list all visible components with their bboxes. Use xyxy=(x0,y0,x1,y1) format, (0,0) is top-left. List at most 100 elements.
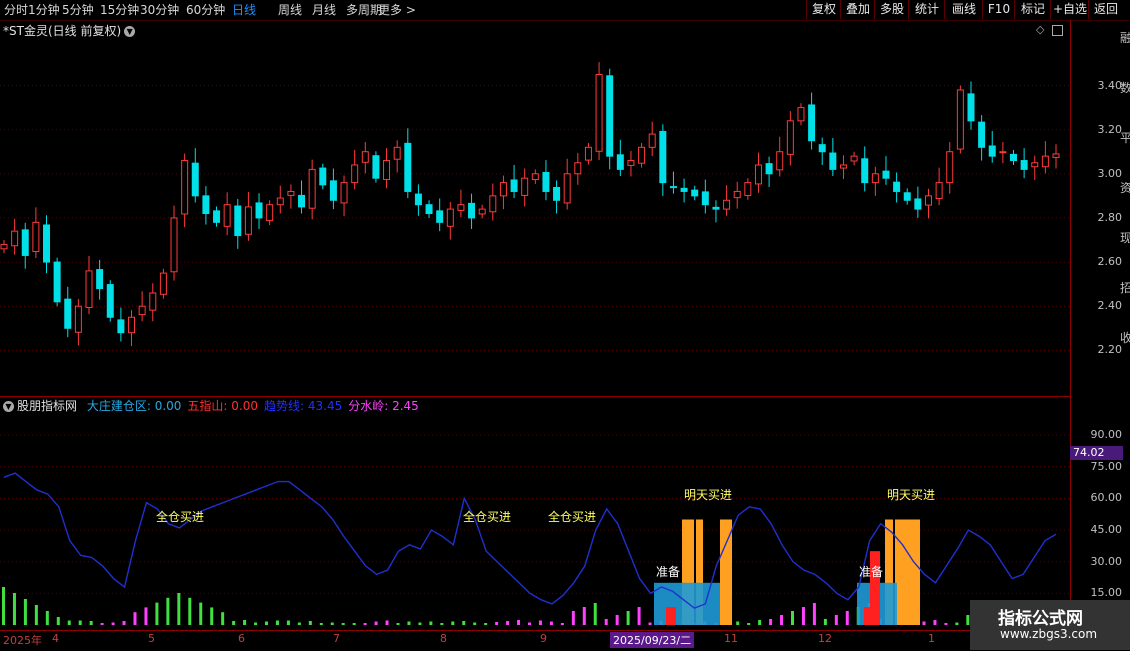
candle xyxy=(924,188,932,219)
indicator-bar xyxy=(122,621,126,625)
candle xyxy=(935,167,943,206)
indicator-bar xyxy=(144,607,148,625)
candle xyxy=(234,198,242,249)
period-tab-7[interactable]: 周线 xyxy=(278,1,302,19)
toolbar-button-2[interactable]: 多股 xyxy=(874,0,909,19)
toolbar-button-4[interactable]: 画线 xyxy=(944,0,983,19)
candle xyxy=(744,178,752,200)
period-tab-9[interactable]: 多周期 xyxy=(346,1,382,19)
period-tab-5[interactable]: 60分钟 xyxy=(186,1,225,19)
period-tab-0[interactable]: 分时 xyxy=(4,1,28,19)
toolbar-button-3[interactable]: 统计 xyxy=(908,0,945,19)
indicator-bar xyxy=(177,593,181,625)
indicator-bar xyxy=(648,622,652,625)
candle xyxy=(96,259,104,300)
indicator-value-1: 五指山: 0.00 xyxy=(187,399,258,413)
indicator-bar xyxy=(265,621,268,625)
candle xyxy=(818,137,826,165)
side-char: 资 xyxy=(1120,181,1130,195)
candle xyxy=(351,149,359,190)
indicator-bar xyxy=(133,612,137,625)
period-tab-1[interactable]: 1分钟 xyxy=(28,1,60,19)
side-char: 数 xyxy=(1120,80,1130,95)
indicator-value-3: 分水岭: 2.45 xyxy=(348,399,419,413)
price-tick-label: 2.60 xyxy=(1097,255,1123,269)
candle xyxy=(680,178,688,203)
indicator-bar xyxy=(812,603,816,625)
toolbar-button-7[interactable]: +自选 xyxy=(1050,0,1089,19)
toolbar-button-5[interactable]: F10 xyxy=(982,0,1015,19)
candle xyxy=(106,280,114,322)
axis-divider xyxy=(1070,20,1071,630)
cursor-date: 2025/09/23/二 xyxy=(610,632,695,648)
indicator-bar xyxy=(396,623,400,625)
signal-block-red xyxy=(666,607,676,625)
candle xyxy=(383,148,391,189)
candle xyxy=(648,121,656,157)
indicator-bar xyxy=(308,621,312,625)
candle xyxy=(531,169,539,184)
period-tab-4[interactable]: 30分钟 xyxy=(140,1,179,19)
candle xyxy=(266,200,274,225)
candle xyxy=(776,136,784,177)
period-tab-10[interactable]: 更多 > xyxy=(378,1,416,19)
candle xyxy=(149,283,157,322)
toolbar-button-6[interactable]: 标记 xyxy=(1014,0,1051,19)
candle xyxy=(733,181,741,209)
candle xyxy=(563,158,571,210)
indicator-bar xyxy=(210,607,214,625)
indicator-bar xyxy=(615,615,619,625)
indicator-bar xyxy=(495,622,499,625)
candle xyxy=(298,180,306,214)
candle xyxy=(967,81,975,130)
toolbar-button-0[interactable]: 复权 xyxy=(806,0,841,19)
indicator-bar xyxy=(560,623,564,625)
chevron-down-icon[interactable]: ▼ xyxy=(3,401,14,412)
date-label-9: 1 xyxy=(928,632,935,645)
candle xyxy=(308,159,316,220)
toolbar-button-8[interactable]: 返回 xyxy=(1088,0,1123,19)
candle xyxy=(319,163,327,190)
indicator-bar xyxy=(363,623,367,625)
candle xyxy=(829,138,837,176)
candle xyxy=(74,299,82,346)
candle xyxy=(882,156,890,185)
toolbar-button-1[interactable]: 叠加 xyxy=(840,0,875,19)
period-tab-2[interactable]: 5分钟 xyxy=(62,1,94,19)
date-label-0: 2025年 xyxy=(3,634,42,647)
candle xyxy=(999,142,1007,164)
candle xyxy=(159,268,167,299)
indicator-tick-label: 30.00 xyxy=(1090,554,1123,568)
indicator-bar xyxy=(330,622,334,625)
indicator-bar xyxy=(801,607,805,625)
period-tab-6[interactable]: 日线 xyxy=(232,1,256,19)
indicator-bar xyxy=(374,621,378,625)
period-tab-3[interactable]: 15分钟 xyxy=(100,1,139,19)
indicator-bar xyxy=(604,619,608,625)
indicator-bar xyxy=(418,622,422,625)
candle xyxy=(329,168,337,210)
indicator-bar xyxy=(593,603,597,625)
candle xyxy=(553,180,561,214)
candle xyxy=(978,115,986,161)
candle xyxy=(436,198,444,232)
watermark-url: www.zbgs3.com xyxy=(1000,627,1098,641)
period-tab-8[interactable]: 月线 xyxy=(312,1,336,19)
candle xyxy=(946,142,954,194)
indicator-bar xyxy=(221,612,225,625)
indicator-bar xyxy=(451,621,455,625)
candle xyxy=(542,160,550,201)
indicator-tick-label: 15.00 xyxy=(1090,586,1123,600)
indicator-tick-label: 90.00 xyxy=(1090,428,1123,442)
side-char: 融 xyxy=(1120,31,1130,45)
current-value-marker: 74.02 xyxy=(1070,446,1123,460)
indicator-bar xyxy=(100,623,104,625)
candle xyxy=(638,142,646,168)
price-tick-label: 2.40 xyxy=(1097,299,1123,313)
candle xyxy=(691,185,699,201)
candlestick-panel[interactable]: *ST金灵(日线 前复权) ▼ ◇ xyxy=(0,20,1070,397)
indicator-name[interactable]: 股朋指标网 xyxy=(17,399,77,413)
candle xyxy=(404,128,412,199)
candle xyxy=(287,184,295,209)
signal-label-4: 明天买进 xyxy=(887,488,936,502)
